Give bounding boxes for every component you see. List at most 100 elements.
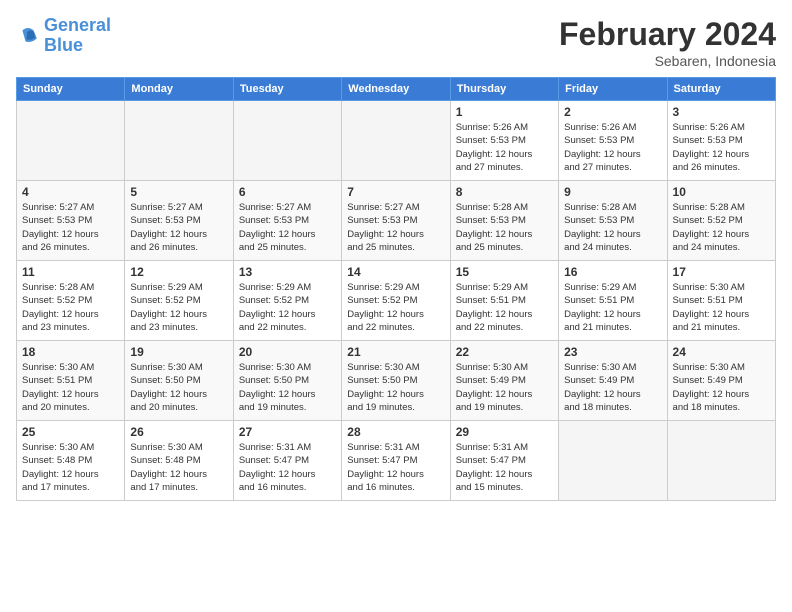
day-number: 3: [673, 105, 770, 119]
day-number: 21: [347, 345, 444, 359]
day-number: 10: [673, 185, 770, 199]
calendar-cell: 28 Sunrise: 5:31 AMSunset: 5:47 PMDayligh…: [342, 421, 450, 501]
calendar-cell: 14 Sunrise: 5:29 AMSunset: 5:52 PMDayligh…: [342, 261, 450, 341]
day-info: Sunrise: 5:30 AMSunset: 5:49 PMDaylight:…: [673, 361, 770, 414]
day-number: 20: [239, 345, 336, 359]
week-row-4: 18 Sunrise: 5:30 AMSunset: 5:51 PMDayligh…: [17, 341, 776, 421]
day-number: 26: [130, 425, 227, 439]
weekday-header-thursday: Thursday: [450, 78, 558, 101]
calendar-cell: 2 Sunrise: 5:26 AMSunset: 5:53 PMDaylight…: [559, 101, 667, 181]
weekday-header-row: SundayMondayTuesdayWednesdayThursdayFrid…: [17, 78, 776, 101]
calendar-cell: [559, 421, 667, 501]
weekday-header-tuesday: Tuesday: [233, 78, 341, 101]
week-row-5: 25 Sunrise: 5:30 AMSunset: 5:48 PMDayligh…: [17, 421, 776, 501]
calendar-cell: [233, 101, 341, 181]
day-info: Sunrise: 5:28 AMSunset: 5:52 PMDaylight:…: [673, 201, 770, 254]
day-info: Sunrise: 5:30 AMSunset: 5:51 PMDaylight:…: [673, 281, 770, 334]
day-number: 14: [347, 265, 444, 279]
day-info: Sunrise: 5:29 AMSunset: 5:52 PMDaylight:…: [130, 281, 227, 334]
day-info: Sunrise: 5:27 AMSunset: 5:53 PMDaylight:…: [22, 201, 119, 254]
title-block: February 2024 Sebaren, Indonesia: [559, 16, 776, 69]
day-info: Sunrise: 5:31 AMSunset: 5:47 PMDaylight:…: [347, 441, 444, 494]
day-info: Sunrise: 5:30 AMSunset: 5:50 PMDaylight:…: [347, 361, 444, 414]
day-info: Sunrise: 5:30 AMSunset: 5:49 PMDaylight:…: [456, 361, 553, 414]
calendar-cell: 23 Sunrise: 5:30 AMSunset: 5:49 PMDayligh…: [559, 341, 667, 421]
day-info: Sunrise: 5:28 AMSunset: 5:53 PMDaylight:…: [564, 201, 661, 254]
calendar-cell: 16 Sunrise: 5:29 AMSunset: 5:51 PMDayligh…: [559, 261, 667, 341]
calendar-cell: [17, 101, 125, 181]
week-row-2: 4 Sunrise: 5:27 AMSunset: 5:53 PMDaylight…: [17, 181, 776, 261]
calendar-cell: 15Sunrise: 5:29 AMSunset: 5:51 PMDayligh…: [450, 261, 558, 341]
calendar-cell: 21 Sunrise: 5:30 AMSunset: 5:50 PMDayligh…: [342, 341, 450, 421]
calendar-cell: 11 Sunrise: 5:28 AMSunset: 5:52 PMDayligh…: [17, 261, 125, 341]
calendar-cell: 8Sunrise: 5:28 AMSunset: 5:53 PMDaylight…: [450, 181, 558, 261]
day-number: 1: [456, 105, 553, 119]
day-info: Sunrise: 5:27 AMSunset: 5:53 PMDaylight:…: [239, 201, 336, 254]
day-info: Sunrise: 5:28 AMSunset: 5:52 PMDaylight:…: [22, 281, 119, 334]
calendar-cell: 12 Sunrise: 5:29 AMSunset: 5:52 PMDayligh…: [125, 261, 233, 341]
day-number: 9: [564, 185, 661, 199]
day-number: 2: [564, 105, 661, 119]
day-info: Sunrise: 5:31 AMSunset: 5:47 PMDaylight:…: [456, 441, 553, 494]
logo-text: General Blue: [44, 16, 111, 56]
day-number: 18: [22, 345, 119, 359]
day-number: 27: [239, 425, 336, 439]
day-number: 8: [456, 185, 553, 199]
week-row-1: 1 Sunrise: 5:26 AMSunset: 5:53 PMDaylight…: [17, 101, 776, 181]
calendar-table: SundayMondayTuesdayWednesdayThursdayFrid…: [16, 77, 776, 501]
day-number: 28: [347, 425, 444, 439]
day-number: 5: [130, 185, 227, 199]
day-number: 25: [22, 425, 119, 439]
day-info: Sunrise: 5:27 AMSunset: 5:53 PMDaylight:…: [347, 201, 444, 254]
calendar-cell: 27 Sunrise: 5:31 AMSunset: 5:47 PMDayligh…: [233, 421, 341, 501]
day-number: 6: [239, 185, 336, 199]
weekday-header-wednesday: Wednesday: [342, 78, 450, 101]
day-number: 7: [347, 185, 444, 199]
day-info: Sunrise: 5:31 AMSunset: 5:47 PMDaylight:…: [239, 441, 336, 494]
weekday-header-friday: Friday: [559, 78, 667, 101]
calendar-cell: 10 Sunrise: 5:28 AMSunset: 5:52 PMDayligh…: [667, 181, 775, 261]
day-info: Sunrise: 5:30 AMSunset: 5:51 PMDaylight:…: [22, 361, 119, 414]
logo: General Blue: [16, 16, 111, 56]
day-number: 19: [130, 345, 227, 359]
calendar-cell: 3 Sunrise: 5:26 AMSunset: 5:53 PMDaylight…: [667, 101, 775, 181]
day-number: 13: [239, 265, 336, 279]
day-number: 23: [564, 345, 661, 359]
logo-icon: [16, 24, 40, 48]
calendar-cell: 7 Sunrise: 5:27 AMSunset: 5:53 PMDaylight…: [342, 181, 450, 261]
calendar-cell: 17Sunrise: 5:30 AMSunset: 5:51 PMDayligh…: [667, 261, 775, 341]
calendar-cell: 26 Sunrise: 5:30 AMSunset: 5:48 PMDayligh…: [125, 421, 233, 501]
calendar-cell: 6 Sunrise: 5:27 AMSunset: 5:53 PMDaylight…: [233, 181, 341, 261]
weekday-header-sunday: Sunday: [17, 78, 125, 101]
page-header: General Blue February 2024 Sebaren, Indo…: [16, 16, 776, 69]
day-number: 12: [130, 265, 227, 279]
calendar-cell: [342, 101, 450, 181]
weekday-header-monday: Monday: [125, 78, 233, 101]
day-info: Sunrise: 5:26 AMSunset: 5:53 PMDaylight:…: [564, 121, 661, 174]
day-info: Sunrise: 5:29 AMSunset: 5:52 PMDaylight:…: [347, 281, 444, 334]
day-number: 29: [456, 425, 553, 439]
day-number: 4: [22, 185, 119, 199]
calendar-cell: 19Sunrise: 5:30 AMSunset: 5:50 PMDayligh…: [125, 341, 233, 421]
day-number: 11: [22, 265, 119, 279]
week-row-3: 11 Sunrise: 5:28 AMSunset: 5:52 PMDayligh…: [17, 261, 776, 341]
calendar-cell: 20Sunrise: 5:30 AMSunset: 5:50 PMDayligh…: [233, 341, 341, 421]
calendar-cell: 5Sunrise: 5:27 AMSunset: 5:53 PMDaylight…: [125, 181, 233, 261]
month-title: February 2024: [559, 16, 776, 53]
day-info: Sunrise: 5:30 AMSunset: 5:48 PMDaylight:…: [130, 441, 227, 494]
location: Sebaren, Indonesia: [559, 53, 776, 69]
day-info: Sunrise: 5:29 AMSunset: 5:51 PMDaylight:…: [564, 281, 661, 334]
day-info: Sunrise: 5:29 AMSunset: 5:52 PMDaylight:…: [239, 281, 336, 334]
calendar-cell: 22Sunrise: 5:30 AMSunset: 5:49 PMDayligh…: [450, 341, 558, 421]
day-info: Sunrise: 5:30 AMSunset: 5:49 PMDaylight:…: [564, 361, 661, 414]
day-number: 16: [564, 265, 661, 279]
calendar-cell: 4 Sunrise: 5:27 AMSunset: 5:53 PMDaylight…: [17, 181, 125, 261]
calendar-cell: 24Sunrise: 5:30 AMSunset: 5:49 PMDayligh…: [667, 341, 775, 421]
calendar-cell: 1 Sunrise: 5:26 AMSunset: 5:53 PMDaylight…: [450, 101, 558, 181]
calendar-cell: 29 Sunrise: 5:31 AMSunset: 5:47 PMDayligh…: [450, 421, 558, 501]
calendar-cell: 13 Sunrise: 5:29 AMSunset: 5:52 PMDayligh…: [233, 261, 341, 341]
calendar-cell: [667, 421, 775, 501]
day-info: Sunrise: 5:30 AMSunset: 5:48 PMDaylight:…: [22, 441, 119, 494]
day-info: Sunrise: 5:26 AMSunset: 5:53 PMDaylight:…: [456, 121, 553, 174]
day-info: Sunrise: 5:26 AMSunset: 5:53 PMDaylight:…: [673, 121, 770, 174]
